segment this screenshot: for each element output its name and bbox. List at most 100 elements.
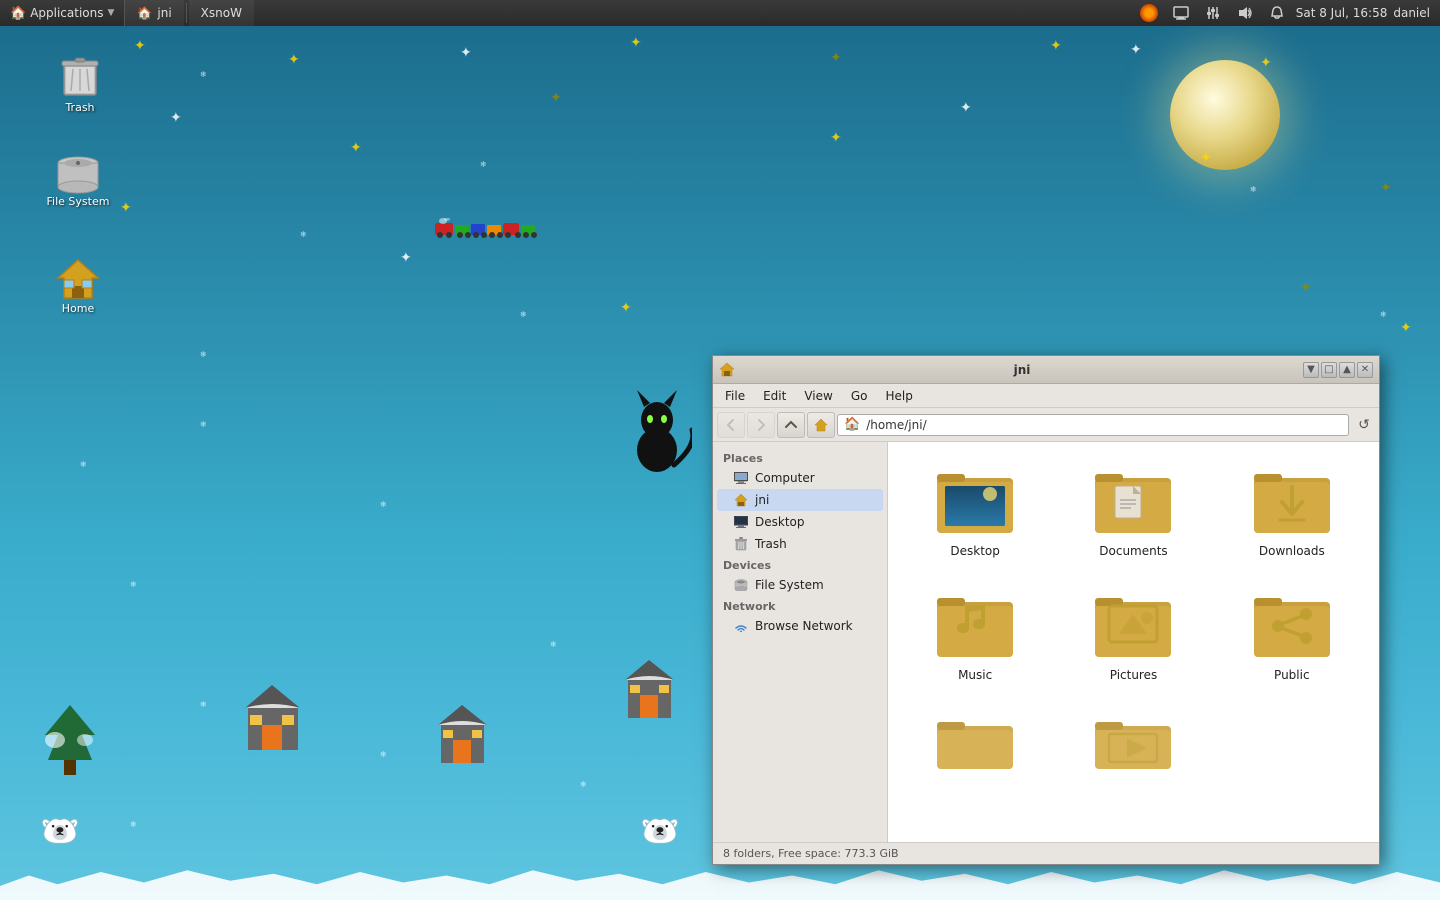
snowflake: ❄ <box>380 750 387 759</box>
folder-public[interactable]: Public <box>1232 582 1352 690</box>
folder-documents[interactable]: Documents <box>1073 458 1193 566</box>
star: ✦ <box>170 110 182 126</box>
desktop-icon-home[interactable]: Home <box>38 258 118 315</box>
house-decoration <box>435 700 490 765</box>
window-close-btn[interactable]: ✕ <box>1357 362 1373 378</box>
back-arrow-icon <box>724 418 738 432</box>
display-settings-btn[interactable] <box>1168 0 1194 26</box>
taskbar-window-xsnow[interactable]: XsnoW <box>189 0 254 26</box>
jni-window-icon: 🏠 <box>137 6 152 20</box>
folder-music[interactable]: Music <box>915 582 1035 690</box>
file-manager-window: jni ▼ □ ▲ ✕ File Edit View Go Help <box>712 355 1380 865</box>
forward-arrow-icon <box>754 418 768 432</box>
menu-file[interactable]: File <box>717 387 753 405</box>
sidebar-trash-label: Trash <box>755 537 787 551</box>
trash-sidebar-icon <box>733 536 749 552</box>
notification-btn[interactable] <box>1264 0 1290 26</box>
sidebar-item-trash[interactable]: Trash <box>717 533 883 555</box>
documents-folder-icon <box>1093 466 1173 538</box>
star: ✦ <box>620 300 632 316</box>
window-title-icon <box>719 362 735 378</box>
firefox-icon-btn[interactable] <box>1136 0 1162 26</box>
star: ✦ <box>1130 42 1142 58</box>
folder7-icon <box>935 714 1015 786</box>
desktop-folder-icon <box>935 466 1015 538</box>
folder-8[interactable] <box>1073 706 1193 800</box>
sidebar-item-desktop[interactable]: Desktop <box>717 511 883 533</box>
audio-mix-btn[interactable] <box>1200 0 1226 26</box>
snow-ground <box>0 865 1440 900</box>
window-titlebar: jni ▼ □ ▲ ✕ <box>713 356 1379 384</box>
status-bar: 8 folders, Free space: 773.3 GiB <box>713 842 1379 864</box>
desktop-icon-trash[interactable]: Trash <box>40 55 120 114</box>
taskbar-window-jni[interactable]: 🏠 jni <box>125 0 183 26</box>
downloads-folder-label: Downloads <box>1259 544 1325 558</box>
tree-decoration <box>40 700 100 780</box>
sidebar: Places Computer <box>713 442 888 842</box>
refresh-button[interactable]: ↺ <box>1353 414 1375 436</box>
star: ✦ <box>460 45 472 61</box>
sidebar-section-network: Network <box>713 596 887 615</box>
star: ✦ <box>1300 280 1312 296</box>
home-button[interactable] <box>807 412 835 438</box>
star: ✦ <box>1050 38 1062 54</box>
snowflake: ❄ <box>580 780 587 789</box>
applications-label: Applications <box>30 6 103 20</box>
taskbar-right: Sat 8 Jul, 16:58 daniel <box>1136 0 1440 26</box>
network-icon <box>733 618 749 634</box>
trash-label: Trash <box>65 101 94 114</box>
window-minimize-btn[interactable]: ▼ <box>1303 362 1319 378</box>
folder-7[interactable] <box>915 706 1035 800</box>
applications-menu[interactable]: 🏠 Applications ▼ <box>0 0 125 26</box>
up-button[interactable] <box>777 412 805 438</box>
pictures-folder-label: Pictures <box>1110 668 1158 682</box>
sidebar-jni-label: jni <box>755 493 769 507</box>
black-cat <box>622 385 692 475</box>
username-display: daniel <box>1393 6 1430 20</box>
audio-mix-icon <box>1205 5 1221 21</box>
window-controls: ▼ □ ▲ ✕ <box>1303 362 1373 378</box>
window-restore-btn[interactable]: □ <box>1321 362 1337 378</box>
sidebar-item-computer[interactable]: Computer <box>717 467 883 489</box>
documents-folder-label: Documents <box>1099 544 1167 558</box>
moon-decoration <box>1170 60 1280 170</box>
xsnow-window-label: XsnoW <box>201 6 242 20</box>
snowflake: ❄ <box>380 500 387 509</box>
star: ✦ <box>960 100 972 116</box>
folder-pictures[interactable]: Pictures <box>1073 582 1193 690</box>
desktop-icon-filesystem[interactable]: File System <box>38 155 118 208</box>
star: ✦ <box>550 90 562 106</box>
star: ✦ <box>350 140 362 156</box>
volume-btn[interactable] <box>1232 0 1258 26</box>
address-bar-text: /home/jni/ <box>866 418 926 432</box>
pixel-train <box>435 218 590 241</box>
up-arrow-icon <box>784 418 798 432</box>
star: ✦ <box>120 200 132 216</box>
public-folder-label: Public <box>1274 668 1310 682</box>
forward-button[interactable] <box>747 412 775 438</box>
window-maximize-btn[interactable]: ▲ <box>1339 362 1355 378</box>
pictures-folder-icon <box>1093 590 1173 662</box>
snowflake: ❄ <box>130 820 137 829</box>
star: ✦ <box>830 130 842 146</box>
desktop-sidebar-icon <box>733 514 749 530</box>
sidebar-item-filesystem[interactable]: File System <box>717 574 883 596</box>
datetime-display: Sat 8 Jul, 16:58 <box>1296 6 1388 20</box>
snowflake: ❄ <box>1250 185 1257 194</box>
menu-help[interactable]: Help <box>877 387 920 405</box>
snowflake: ❄ <box>200 350 207 359</box>
snowflake: ❄ <box>80 460 87 469</box>
menu-go[interactable]: Go <box>843 387 876 405</box>
address-bar[interactable]: 🏠 /home/jni/ <box>837 414 1349 436</box>
sidebar-item-browse-network[interactable]: Browse Network <box>717 615 883 637</box>
computer-icon <box>733 470 749 486</box>
folder-downloads[interactable]: Downloads <box>1232 458 1352 566</box>
folder-desktop[interactable]: Desktop <box>915 458 1035 566</box>
star: ✦ <box>1200 150 1212 166</box>
sidebar-item-jni[interactable]: jni <box>717 489 883 511</box>
volume-icon <box>1237 5 1253 21</box>
menu-edit[interactable]: Edit <box>755 387 794 405</box>
star: ✦ <box>400 250 412 266</box>
menu-view[interactable]: View <box>796 387 840 405</box>
back-button[interactable] <box>717 412 745 438</box>
